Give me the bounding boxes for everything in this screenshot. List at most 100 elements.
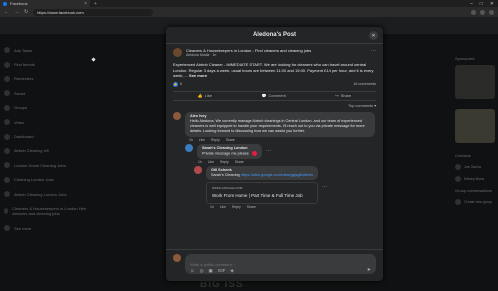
back-icon[interactable]: ←	[4, 9, 9, 15]
group-avatar[interactable]	[173, 48, 182, 57]
forward-icon[interactable]: →	[14, 9, 19, 15]
maximize-icon[interactable]: □	[480, 1, 483, 7]
nav-item[interactable]: Saved	[4, 86, 99, 100]
close-modal-button[interactable]: ✕	[369, 31, 378, 40]
url-input[interactable]: https://www.facebook.com	[33, 8, 154, 16]
post-text: Experienced Airbnb Cleaner - IMMEDIATE S…	[173, 62, 374, 79]
minimize-icon[interactable]: –	[470, 1, 473, 7]
comment-bubble: Sarah's Cleaning London Private message …	[197, 143, 262, 159]
send-icon[interactable]: ➤	[367, 267, 371, 273]
contacts-label: Contacts	[455, 153, 471, 158]
see-more-link[interactable]: See more	[4, 221, 99, 235]
love-reaction-icon	[251, 150, 257, 156]
comment-like-button[interactable]: Like	[208, 160, 214, 164]
nav-item[interactable]: Video	[4, 115, 99, 129]
nav-icon	[4, 208, 9, 215]
nav-item[interactable]: Ads Tasks	[4, 43, 99, 57]
comment-more-button[interactable]: ···	[266, 148, 271, 154]
nav-icon	[4, 147, 10, 154]
nav-icon	[4, 47, 10, 54]
comment-text: Hello Aledona, We currently manage Airbn…	[190, 118, 365, 134]
link-card-title: Work From Home | Part Time & Full Time J…	[212, 192, 303, 198]
nav-icon	[4, 191, 10, 198]
nav-item[interactable]: Dashboard	[4, 129, 99, 143]
comment-time[interactable]: 1h	[210, 205, 214, 209]
window-controls: – □ ✕	[470, 1, 498, 7]
avatar-sticker-icon[interactable]: ◈	[230, 268, 233, 274]
comment-time[interactable]: 1h	[198, 160, 202, 164]
nav-item[interactable]: Cleaning London Jobs	[4, 173, 99, 187]
extension-icon[interactable]	[480, 9, 485, 15]
post-author-meta[interactable]: Aledona Modia · 1h	[186, 53, 311, 57]
extension-icon[interactable]	[471, 9, 476, 15]
comment-button[interactable]: 💬 Comment	[261, 93, 285, 98]
gif-icon[interactable]: GIF	[218, 268, 226, 274]
comment-share-button[interactable]: Share	[247, 205, 256, 209]
avatar	[455, 164, 461, 170]
comment-like-button[interactable]: Like	[199, 138, 205, 142]
close-tab-icon[interactable]: ×	[84, 1, 87, 7]
comment-actions: 1h Like Reply Share	[206, 204, 318, 209]
comment-text: Sarah's Cleaning https://sites.google.co…	[211, 172, 314, 177]
nav-item[interactable]: Airbnb Cleaning London Jobs	[4, 187, 99, 201]
sponsored-image[interactable]	[455, 65, 495, 99]
new-tab-button[interactable]: +	[94, 1, 97, 7]
nav-item[interactable]: Find friends	[4, 57, 99, 71]
comment-share-button[interactable]: Share	[235, 160, 244, 164]
browser-tabbar: Facebook × + – □ ✕	[0, 0, 498, 7]
sort-comments-dropdown[interactable]: Top comments ▾	[166, 101, 383, 110]
chevron-down-icon	[4, 225, 10, 232]
comment-bubble: Gill Schenk Sarah's Cleaning https://sit…	[206, 165, 319, 180]
nav-icon	[4, 119, 10, 126]
comment-reply-button[interactable]: Reply	[211, 138, 220, 142]
reaction-count[interactable]: 6	[180, 82, 182, 86]
sponsored-image[interactable]	[455, 109, 495, 143]
post-stats: 👍 6 16 comments	[173, 81, 376, 87]
sticker-icon[interactable]: ▣	[209, 268, 213, 274]
avatar[interactable]	[185, 143, 193, 152]
nav-icon	[4, 104, 10, 111]
comment-more-button[interactable]: ···	[322, 184, 327, 190]
comment-text: Private message me please	[202, 150, 257, 157]
nav-icon	[4, 75, 10, 82]
comment-actions: 1h Like Reply Share	[185, 137, 375, 142]
emoji-icon[interactable]: ☺	[190, 268, 195, 274]
nav-item[interactable]: Groups	[4, 101, 99, 115]
group-conversations-label: Group conversations	[455, 188, 492, 193]
nav-icon	[4, 176, 10, 183]
see-more-link[interactable]: See more	[189, 73, 207, 78]
post-more-button[interactable]: ···	[371, 48, 376, 54]
comment-time[interactable]: 1h	[189, 138, 193, 142]
modal-header: Aledona's Post ✕	[166, 27, 383, 44]
comment-reply-button[interactable]: Reply	[220, 160, 229, 164]
browser-tab[interactable]: Facebook ×	[0, 0, 90, 7]
comment-link[interactable]: https://sites.google.com/view/gigsgillsi…	[241, 173, 313, 177]
modal-title: Aledona's Post	[252, 32, 297, 38]
contact-item[interactable]: Kelsey Mona	[455, 176, 498, 182]
profile-avatar-icon[interactable]	[489, 9, 494, 15]
create-group-button[interactable]: Create new group	[455, 199, 498, 205]
link-preview-card[interactable]: SITES.GOOGLE.COM Work From Home | Part T…	[206, 181, 318, 204]
avatar[interactable]	[194, 165, 202, 174]
comment-share-button[interactable]: Share	[226, 138, 235, 142]
avatar[interactable]	[173, 111, 181, 120]
contact-item[interactable]: Joe Garcia	[455, 164, 498, 170]
avatar	[173, 254, 181, 262]
nav-item[interactable]: Cleaners & Housekeepers in London Hire c…	[4, 201, 99, 221]
camera-icon[interactable]: ◎	[200, 268, 204, 274]
close-window-icon[interactable]: ✕	[490, 1, 494, 7]
post-header: Cleaners & Housekeepers in London - Find…	[173, 48, 376, 57]
comment-count[interactable]: 16 comments	[353, 82, 376, 86]
nav-item[interactable]: London Home Cleaning Jobs	[4, 158, 99, 172]
comment-like-button[interactable]: Like	[220, 205, 226, 209]
tab-title: Facebook	[10, 1, 28, 6]
post: Cleaners & Housekeepers in London - Find…	[166, 44, 383, 101]
reload-icon[interactable]: ↻	[24, 9, 28, 15]
sponsored-label: Sponsored	[455, 56, 475, 61]
share-button[interactable]: ↪ Share	[335, 93, 351, 98]
like-button[interactable]: 👍 Like	[198, 93, 212, 98]
nav-item[interactable]: Airbnb Cleaning UK	[4, 144, 99, 158]
comment-reply-button[interactable]: Reply	[232, 205, 241, 209]
nav-item[interactable]: Reminders	[4, 72, 99, 86]
comment-composer: ☺ ◎ ▣ GIF ◈ ➤	[166, 249, 383, 281]
